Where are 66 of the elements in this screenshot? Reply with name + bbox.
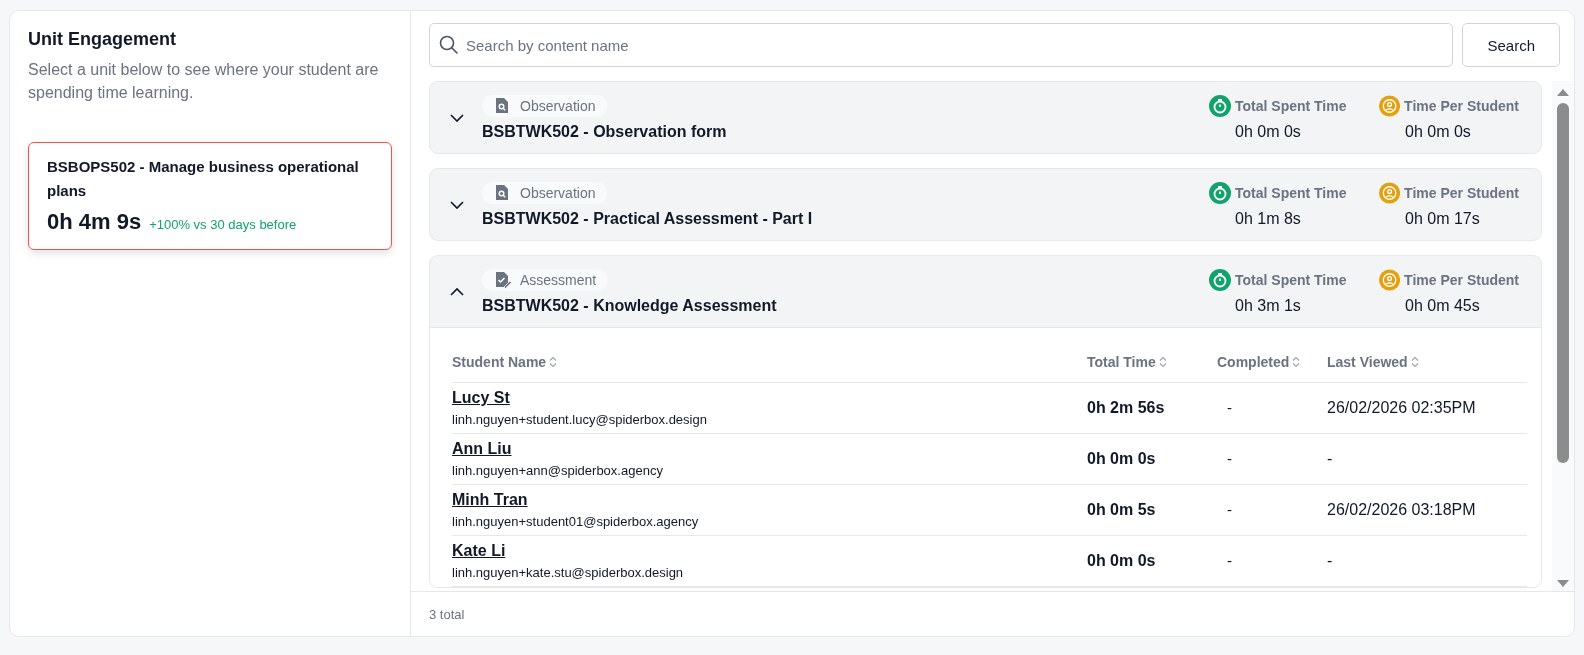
table-cell-text: -: [1226, 399, 1232, 416]
column-header[interactable]: Last Viewed: [1327, 354, 1408, 370]
search-button[interactable]: Search: [1462, 23, 1560, 67]
stat-value: 0h 3m 1s: [1234, 296, 1302, 315]
user-icon: [1379, 94, 1401, 117]
sort-icon[interactable]: [549, 356, 558, 368]
type-label: Observation: [520, 184, 596, 201]
unit-time: 0h 4m 9s: [47, 209, 142, 235]
column-header[interactable]: Student Name: [452, 354, 547, 370]
content-title: BSBTWK502 - Knowledge Assessment: [482, 296, 778, 315]
table-cell: 0h 0m 0s: [1087, 552, 1156, 569]
table-cell: 0h 0m 5s: [1087, 501, 1156, 518]
section-title: Unit Engagement: [28, 29, 177, 50]
stat-label: Time Per Student: [1404, 271, 1519, 288]
stopwatch-icon: [1209, 268, 1231, 291]
stopwatch-icon: [1209, 94, 1231, 117]
description: Select a unit below to see where your student are spending time learning.: [28, 60, 380, 103]
table-cell: 26/02/2026 03:18PM: [1327, 501, 1476, 518]
sort-icon[interactable]: [1410, 356, 1419, 368]
table-cell-text: -: [1226, 450, 1232, 467]
table-cell: 0h 0m 0s: [1087, 450, 1156, 467]
table-cell: -: [1327, 450, 1333, 467]
unit-card[interactable]: BSBOPS502 - Manage business operational plans 0h 4m 9s +100% vs 30 days before: [28, 142, 392, 250]
stat-value: 0h 0m 0s: [1234, 122, 1302, 141]
user-icon: [1379, 268, 1401, 291]
stat-value: 0h 0m 0s: [1404, 122, 1472, 141]
stat-label: Time Per Student: [1404, 97, 1519, 114]
scrollbar[interactable]: [1552, 81, 1574, 591]
student-name-link[interactable]: Minh Tran: [452, 491, 528, 509]
student-name-link[interactable]: Kate Li: [452, 542, 506, 560]
scroll-thumb[interactable]: [1557, 103, 1569, 463]
table-cell-text: -: [1226, 552, 1232, 569]
column-header[interactable]: Total Time: [1087, 354, 1156, 370]
table-cell: 26/02/2026 02:35PM: [1327, 399, 1476, 416]
stat-value: 0h 1m 8s: [1234, 209, 1302, 228]
table-cell: 0h 2m 56s: [1087, 399, 1165, 416]
trend-text: +100% vs 30 days before: [149, 217, 297, 232]
table-cell-text: -: [1226, 501, 1232, 518]
column-header[interactable]: Completed: [1217, 354, 1290, 370]
user-icon: [1379, 181, 1401, 204]
student-name-link[interactable]: Ann Liu: [452, 440, 512, 458]
stat-value: 0h 0m 17s: [1404, 209, 1481, 228]
student-email: linh.nguyen+student01@spiderbox.agency: [452, 514, 700, 529]
stat-label: Time Per Student: [1404, 184, 1519, 201]
student-name-link[interactable]: Lucy St: [452, 389, 510, 407]
content-title: BSBTWK502 - Practical Assessment - Part I: [482, 209, 814, 228]
student-email: linh.nguyen+student.lucy@spiderbox.design: [452, 412, 708, 427]
search-field[interactable]: Search by content name: [429, 23, 1454, 67]
sort-icon[interactable]: [1158, 356, 1167, 368]
type-label: Observation: [520, 97, 596, 114]
unit-name: BSBOPS502 - Manage business operational plans: [47, 157, 360, 201]
type-label: Assessment: [520, 271, 597, 288]
sort-icon[interactable]: [1292, 356, 1301, 368]
stat-label: Total Spent Time: [1235, 184, 1347, 201]
stopwatch-icon: [1209, 181, 1231, 204]
student-email: linh.nguyen+ann@spiderbox.agency: [452, 463, 664, 478]
stat-value: 0h 0m 45s: [1404, 296, 1481, 315]
scroll-down-icon[interactable]: [1556, 579, 1570, 589]
scroll-up-icon[interactable]: [1556, 87, 1570, 97]
table-cell: -: [1327, 552, 1333, 569]
content-title: BSBTWK502 - Observation form: [482, 122, 728, 141]
student-email: linh.nguyen+kate.stu@spiderbox.design: [452, 565, 685, 580]
total-count: 3 total: [429, 606, 465, 622]
stat-label: Total Spent Time: [1235, 97, 1347, 114]
search-icon: [439, 35, 458, 54]
stat-label: Total Spent Time: [1235, 271, 1347, 288]
